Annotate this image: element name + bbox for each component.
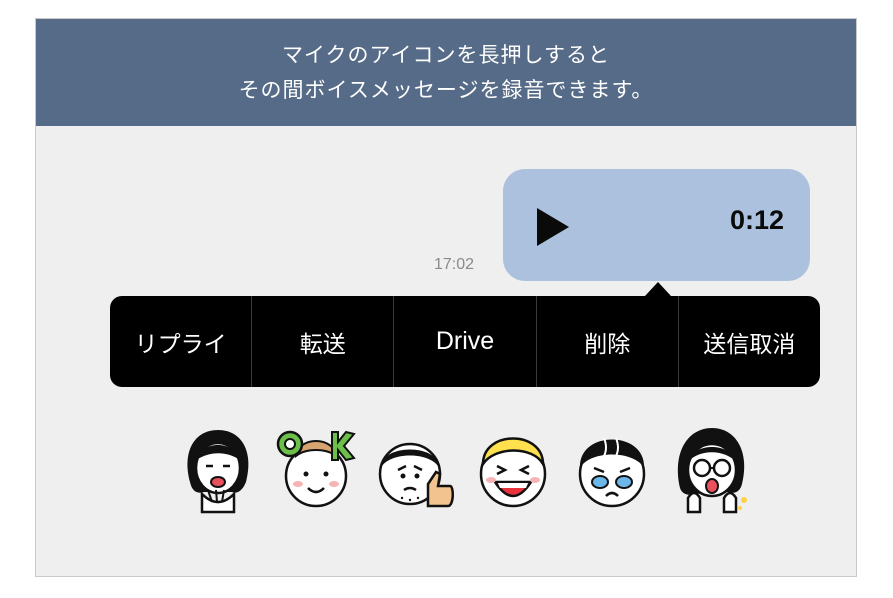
hint-line-1: マイクのアイコンを長押しすると	[281, 42, 611, 67]
menu-item-reply[interactable]: リプライ	[110, 296, 253, 387]
menu-item-drive[interactable]: Drive	[394, 296, 537, 387]
menu-item-forward[interactable]: 転送	[252, 296, 395, 387]
menu-item-delete[interactable]: 削除	[537, 296, 679, 387]
hint-line-2: その間ボイスメッセージを録音できます。	[238, 77, 654, 102]
voice-message-bubble[interactable]: 0:12	[503, 169, 810, 281]
laughing-boy-sticker-icon[interactable]	[471, 422, 555, 514]
menu-item-unsend[interactable]: 送信取消	[679, 296, 820, 387]
woman-glasses-surprised-sticker-icon[interactable]	[670, 422, 754, 514]
woman-long-hair-sticker-icon[interactable]	[176, 422, 260, 514]
message-timestamp: 17:02	[434, 256, 475, 273]
menu-pointer	[645, 282, 671, 296]
man-thumbs-up-sticker-icon[interactable]	[372, 422, 456, 514]
voice-message-hint-banner: マイクのアイコンを長押しすると その間ボイスメッセージを録音できます。	[36, 19, 856, 126]
voice-duration: 0:12	[729, 205, 784, 235]
ok-boy-sticker-icon[interactable]	[274, 422, 358, 514]
message-context-menu: リプライ 転送 Drive 削除 送信取消	[110, 296, 820, 387]
chat-screen: マイクのアイコンを長押しすると その間ボイスメッセージを録音できます。 17:0…	[35, 18, 857, 577]
crying-boy-sticker-icon[interactable]	[570, 422, 654, 514]
reaction-sticker-bar	[176, 422, 756, 517]
play-icon[interactable]	[537, 208, 569, 246]
